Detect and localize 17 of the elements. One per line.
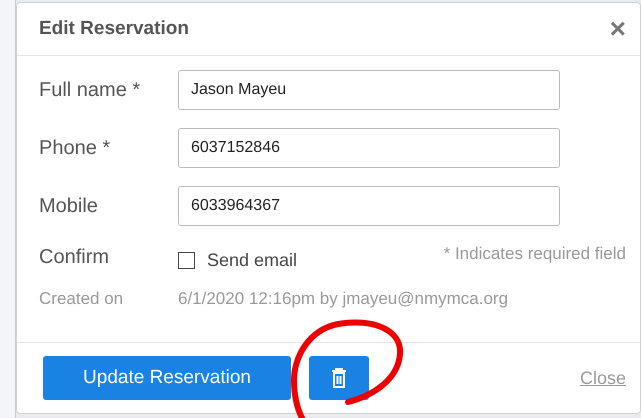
field-label: Mobile [39, 194, 99, 218]
trash-icon [331, 368, 347, 388]
checkbox-label: Send email [207, 250, 298, 271]
delete-button[interactable] [309, 356, 369, 400]
field-label: Phone * [39, 136, 112, 160]
update-button[interactable]: Update Reservation [43, 356, 291, 400]
required-note: * Indicates required field [444, 244, 626, 264]
input-field[interactable]: Jason Mayeu [178, 70, 560, 110]
field-label: Full name * [39, 78, 142, 102]
checkbox[interactable] [178, 252, 195, 269]
dialog-title: Edit Reservation [39, 18, 189, 40]
close-button[interactable]: × [610, 15, 626, 43]
input-field[interactable]: 6037152846 [178, 128, 560, 168]
field-label: Confirm [39, 246, 110, 269]
created-label: Created on [39, 289, 124, 309]
created-value: 6/1/2020 12:16pm by jmayeu@nmymca.org [178, 289, 508, 309]
input-field[interactable]: 6033964367 [178, 186, 560, 226]
